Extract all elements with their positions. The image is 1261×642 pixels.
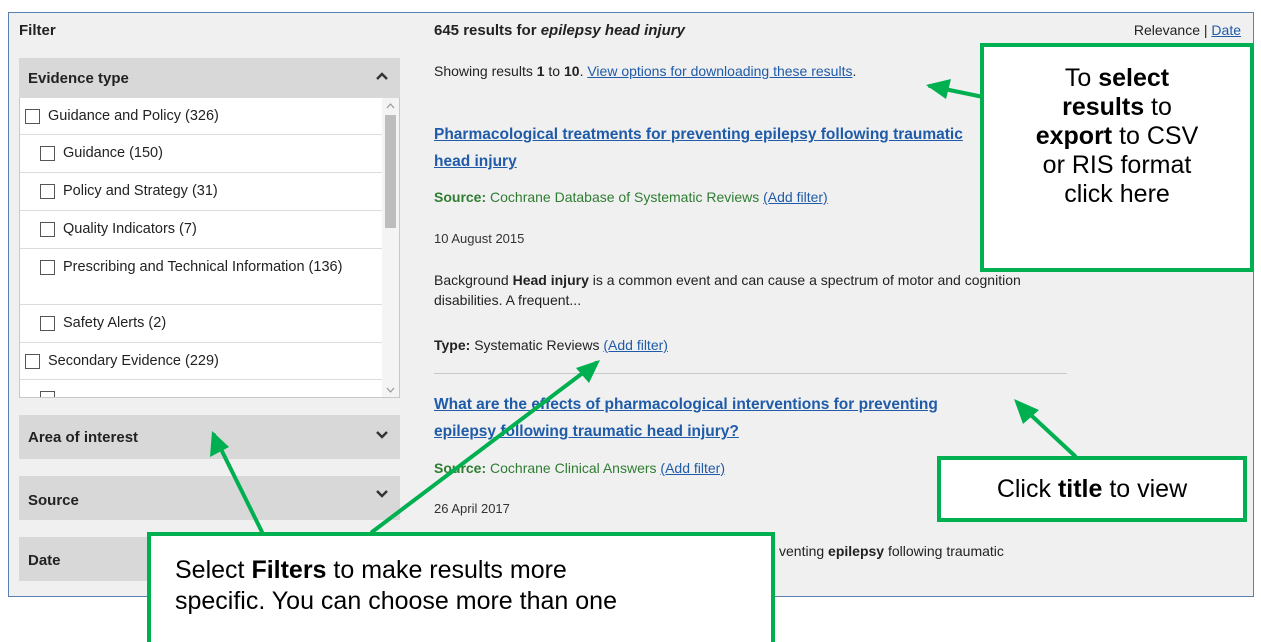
sort-options: Relevance | Date — [1133, 22, 1241, 38]
result-date: 26 April 2017 — [434, 501, 510, 516]
evidence-item-label: Secondary Evidence (229) — [48, 353, 219, 369]
evidence-item-label: Safety Alerts (2) — [63, 315, 167, 331]
add-filter-link[interactable]: (Add filter) — [660, 460, 725, 476]
evidence-item-label: Prescribing and Technical Information (1… — [63, 259, 343, 275]
checkbox-icon[interactable] — [40, 146, 55, 161]
scroll-down-icon[interactable] — [386, 386, 395, 394]
result-type: Type: Systematic Reviews (Add filter) — [434, 337, 668, 353]
result-divider — [434, 373, 1067, 374]
result-date: 10 August 2015 — [434, 231, 525, 246]
sort-relevance[interactable]: Relevance — [1134, 22, 1200, 38]
checkbox-icon[interactable] — [40, 222, 55, 237]
search-query: epilepsy head injury — [540, 22, 685, 39]
checkbox-icon[interactable] — [40, 391, 55, 397]
area-of-interest-accordion[interactable]: Area of interest — [19, 415, 400, 459]
source-label: Source — [28, 492, 79, 509]
result-source: Source: Cochrane Database of Systematic … — [434, 189, 828, 205]
checkbox-icon[interactable] — [40, 260, 55, 275]
evidence-type-list[interactable]: Guidance and Policy (326) Guidance (150) P… — [19, 98, 400, 398]
evidence-item[interactable]: Safety Alerts (2) — [20, 305, 382, 343]
list-scrollbar[interactable] — [382, 98, 399, 397]
evidence-item-label: Quality Indicators (7) — [63, 221, 197, 237]
source-accordion[interactable]: Source — [19, 476, 400, 520]
evidence-item[interactable]: Guidance (150) — [20, 135, 382, 173]
evidence-item[interactable]: Guidance and Policy (326) — [20, 98, 382, 135]
type-add-filter-link[interactable]: (Add filter) — [603, 337, 668, 353]
evidence-items: Guidance and Policy (326) Guidance (150) P… — [20, 98, 382, 397]
results-count: 645 results for epilepsy head injury — [434, 22, 685, 39]
result-source: Source: Cochrane Clinical Answers (Add f… — [434, 460, 725, 476]
result-title-link[interactable]: What are the effects of pharmacological … — [434, 391, 1014, 445]
scroll-up-icon[interactable] — [386, 102, 395, 110]
evidence-item-label: Guidance and Policy (326) — [48, 108, 219, 124]
evidence-type-label: Evidence type — [28, 70, 129, 87]
evidence-item[interactable]: Prescribing and Technical Information (1… — [20, 249, 382, 305]
showing-results: Showing results 1 to 10. View options fo… — [434, 63, 857, 79]
evidence-item-label: Policy and Strategy (31) — [63, 183, 218, 199]
result-title-link[interactable]: Pharmacological treatments for preventin… — [434, 121, 1034, 175]
chevron-down-icon — [376, 490, 388, 498]
chevron-down-icon — [376, 431, 388, 439]
date-label: Date — [28, 552, 61, 569]
area-of-interest-label: Area of interest — [28, 429, 139, 446]
evidence-item[interactable]: Quality Indicators (7) — [20, 211, 382, 249]
checkbox-icon[interactable] — [40, 184, 55, 199]
checkbox-icon[interactable] — [25, 109, 40, 124]
evidence-type-accordion[interactable]: Evidence type — [19, 58, 400, 98]
select-filters-callout: Select Filters to make results more spec… — [147, 532, 775, 642]
scrollbar-thumb[interactable] — [385, 115, 396, 228]
evidence-item[interactable]: Policy and Strategy (31) — [20, 173, 382, 211]
result-snippet: Background Head injury is a common event… — [434, 272, 1021, 308]
checkbox-icon[interactable] — [25, 354, 40, 369]
evidence-item[interactable]: Secondary Evidence (229) — [20, 343, 382, 380]
add-filter-link[interactable]: (Add filter) — [763, 189, 828, 205]
filter-title: Filter — [19, 22, 56, 39]
download-options-link[interactable]: View options for downloading these resul… — [587, 63, 852, 79]
chevron-up-icon — [376, 72, 388, 80]
checkbox-icon[interactable] — [40, 316, 55, 331]
sort-date-link[interactable]: Date — [1211, 22, 1241, 38]
evidence-item-label: Guidance (150) — [63, 145, 163, 161]
export-callout: To select results to export to CSV or RI… — [980, 43, 1254, 272]
click-title-callout: Click title to view — [937, 456, 1247, 522]
evidence-item-partial[interactable] — [20, 380, 382, 397]
result-snippet-partial: venting epilepsy following traumatic — [779, 543, 1004, 559]
